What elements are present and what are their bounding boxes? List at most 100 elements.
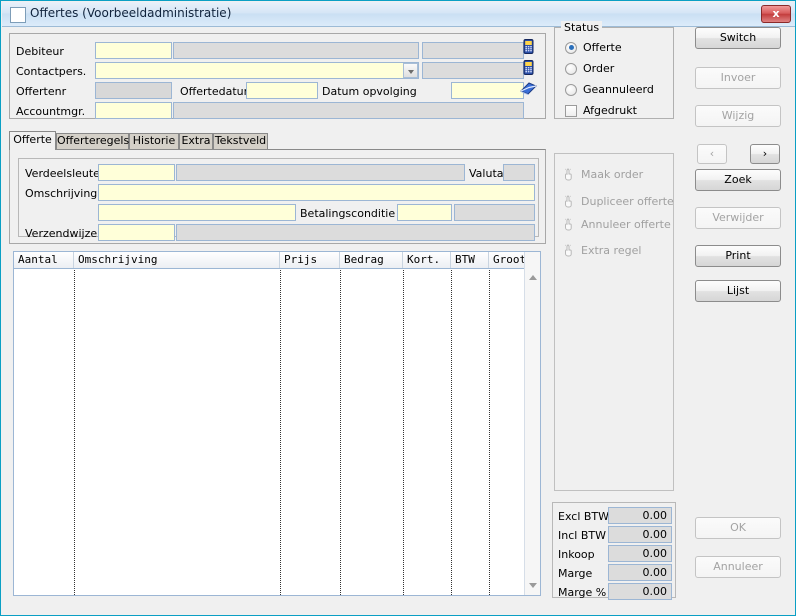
- action-annuleer-offerte-label: Annuleer offerte: [581, 218, 671, 231]
- label-omschrijving: Omschrijving: [25, 187, 98, 200]
- tab-historie[interactable]: Historie: [129, 133, 179, 149]
- action-dupliceer-offerte: Dupliceer offerte: [563, 195, 674, 208]
- value-marge: 0.00: [608, 564, 672, 581]
- label-marge-pct: Marge %: [558, 586, 607, 599]
- status-legend: Status: [561, 21, 603, 34]
- hand-click-icon: [564, 168, 572, 181]
- grid-column-btw[interactable]: BTW: [451, 252, 489, 268]
- tab-tekstveld[interactable]: Tekstveld: [213, 133, 268, 149]
- lijst-button[interactable]: Lijst: [695, 280, 781, 302]
- action-maak-order: Maak order: [563, 168, 643, 181]
- grid-column-kort[interactable]: Kort.: [403, 252, 451, 268]
- label-betalingsconditie: Betalingsconditie: [300, 207, 396, 220]
- checkbox-icon: [565, 104, 577, 117]
- hand-click-icon: [564, 195, 572, 208]
- previous-button: ‹: [697, 144, 727, 164]
- accountmgr-description: [173, 102, 524, 119]
- lines-grid[interactable]: Aantal Omschrijving Prijs Bedrag Kort. B…: [13, 251, 541, 596]
- detail-form-panel: Verdeelsleutel Valuta Omschrijving Betal…: [9, 149, 546, 244]
- phone-icon[interactable]: [522, 60, 536, 75]
- radio-geannuleerd[interactable]: Geannuleerd: [565, 83, 654, 96]
- label-debiteur: Debiteur: [16, 45, 64, 58]
- label-accountmgr: Accountmgr.: [16, 105, 86, 118]
- grid-vertical-scrollbar[interactable]: [524, 252, 540, 595]
- offertenr-input: [95, 82, 172, 99]
- hand-click-icon: [564, 218, 572, 231]
- checkbox-afgedrukt-label: Afgedrukt: [583, 104, 637, 117]
- scroll-down-icon[interactable]: [525, 578, 540, 594]
- hand-click-icon: [564, 244, 572, 257]
- label-excl-btw: Excl BTW: [558, 510, 610, 523]
- grid-column-omschrijving[interactable]: Omschrijving: [74, 252, 280, 268]
- value-excl-btw: 0.00: [608, 507, 672, 524]
- phone-icon[interactable]: [522, 39, 536, 54]
- action-dupliceer-offerte-label: Dupliceer offerte: [581, 195, 674, 208]
- verzendwijze-input[interactable]: [98, 224, 175, 241]
- value-inkoop: 0.00: [608, 545, 672, 562]
- next-button[interactable]: ›: [750, 144, 780, 164]
- label-incl-btw: Incl BTW: [558, 529, 606, 542]
- contactpers-input[interactable]: [95, 62, 419, 79]
- value-incl-btw: 0.00: [608, 526, 672, 543]
- action-links-panel: Maak order Dupliceer offerte Annuleer of…: [554, 153, 674, 491]
- radio-geannuleerd-label: Geannuleerd: [583, 83, 654, 96]
- radio-offerte[interactable]: Offerte: [565, 41, 622, 54]
- window-title: Offertes (Voorbeeldadministratie): [30, 6, 232, 20]
- tab-offerte[interactable]: Offerte: [9, 131, 56, 150]
- debiteur-description: [173, 42, 419, 59]
- label-verzendwijze: Verzendwijze: [25, 227, 98, 240]
- accountmgr-input[interactable]: [95, 102, 172, 119]
- scroll-up-icon[interactable]: [525, 270, 540, 286]
- omschrijving-input-1[interactable]: [98, 184, 535, 201]
- verdeelsleutel-description: [176, 164, 465, 181]
- grid-column-aantal[interactable]: Aantal: [14, 252, 74, 268]
- tab-offerteregels[interactable]: Offerteregels: [56, 133, 129, 149]
- label-marge: Marge: [558, 567, 593, 580]
- radio-icon: [565, 83, 577, 96]
- debiteur-input[interactable]: [95, 42, 172, 59]
- envelope-icon[interactable]: [520, 81, 537, 96]
- grid-column-bedrag[interactable]: Bedrag: [340, 252, 403, 268]
- switch-button[interactable]: Switch: [695, 27, 781, 49]
- radio-order[interactable]: Order: [565, 62, 614, 75]
- betalingsconditie-input[interactable]: [397, 204, 452, 221]
- grid-column-prijs[interactable]: Prijs: [280, 252, 340, 268]
- tab-extra[interactable]: Extra: [179, 133, 213, 149]
- betalingsconditie-description: [454, 204, 535, 221]
- chevron-down-icon[interactable]: [403, 63, 418, 78]
- totals-panel: Excl BTW 0.00 Incl BTW 0.00 Inkoop 0.00 …: [552, 502, 676, 600]
- debiteur-extra: [422, 42, 524, 59]
- window-icon: [10, 7, 26, 23]
- label-contactpers: Contactpers.: [16, 65, 87, 78]
- status-groupbox: Status Offerte Order Geannuleerd Afgedru…: [554, 21, 674, 119]
- wijzig-button: Wijzig: [695, 105, 781, 127]
- grid-header-row: Aantal Omschrijving Prijs Bedrag Kort. B…: [14, 252, 540, 269]
- action-extra-regel: Extra regel: [563, 244, 641, 257]
- grid-column-separator: [74, 270, 75, 595]
- omschrijving-input-2[interactable]: [98, 204, 296, 221]
- grid-column-separator: [280, 270, 281, 595]
- radio-icon: [565, 41, 577, 54]
- detail-inner-panel: Verdeelsleutel Valuta Omschrijving Betal…: [18, 158, 539, 241]
- radio-offerte-label: Offerte: [583, 41, 622, 54]
- verwijder-button: Verwijder: [695, 207, 781, 229]
- label-inkoop: Inkoop: [558, 548, 595, 561]
- action-extra-regel-label: Extra regel: [581, 244, 642, 257]
- verdeelsleutel-input[interactable]: [98, 164, 175, 181]
- label-offertedatum: Offertedatum: [180, 85, 255, 98]
- label-valuta: Valuta: [469, 167, 504, 180]
- checkbox-afgedrukt[interactable]: Afgedrukt: [565, 104, 637, 117]
- print-button[interactable]: Print: [695, 245, 781, 267]
- valuta-input[interactable]: [503, 164, 535, 181]
- offertedatum-input[interactable]: [246, 82, 318, 99]
- radio-order-label: Order: [583, 62, 615, 75]
- grid-column-separator: [340, 270, 341, 595]
- value-marge-pct: 0.00: [608, 583, 672, 600]
- application-window: Offertes (Voorbeeldadministratie) x Debi…: [0, 0, 796, 616]
- grid-column-separator: [489, 270, 490, 595]
- close-icon[interactable]: x: [761, 5, 791, 23]
- annuleer-button: Annuleer: [695, 556, 781, 578]
- datum-opvolging-input[interactable]: [451, 82, 524, 99]
- zoek-button[interactable]: Zoek: [695, 169, 781, 191]
- label-datum-opvolging: Datum opvolging: [322, 85, 417, 98]
